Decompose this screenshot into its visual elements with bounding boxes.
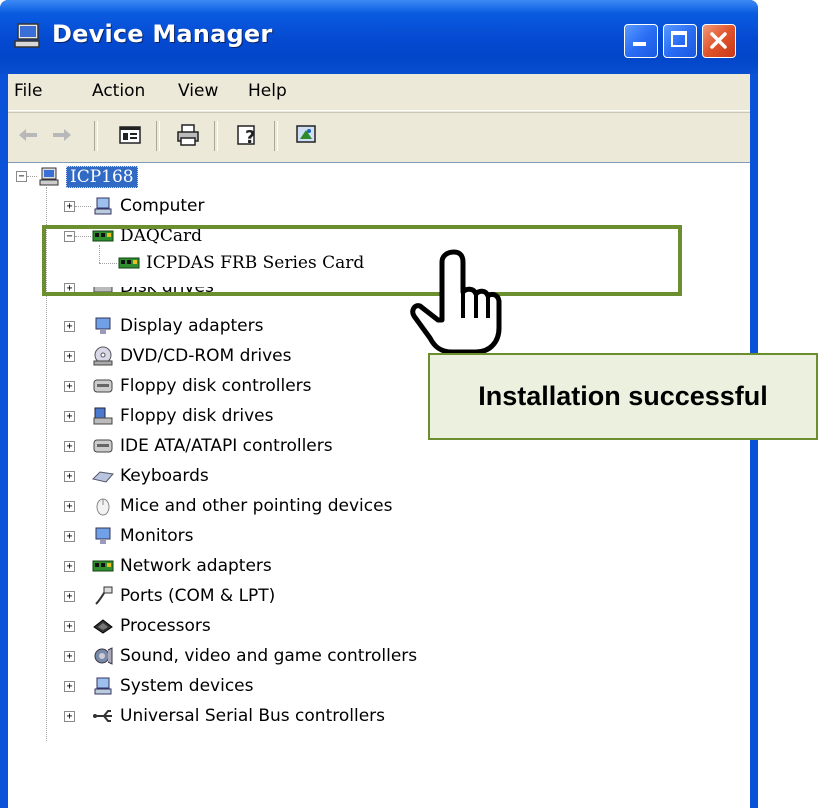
toolbar-separator [94, 121, 98, 151]
back-button[interactable] [14, 121, 42, 149]
sound-icon [94, 647, 113, 665]
tree-item-processors[interactable]: Processors [92, 614, 211, 638]
expand-toggle[interactable]: + [64, 411, 75, 422]
tree-root[interactable]: ICP168 [38, 165, 138, 189]
expand-toggle[interactable]: + [64, 711, 75, 722]
expand-toggle[interactable]: + [64, 681, 75, 692]
client-area: File Action View Help ? − ICP168 + Compu… [8, 74, 750, 808]
computer-icon [94, 197, 112, 215]
controller-icon [93, 379, 113, 393]
forward-icon [53, 129, 71, 141]
expand-toggle[interactable]: + [64, 561, 75, 572]
expand-toggle[interactable]: + [64, 591, 75, 602]
system-icon [94, 677, 112, 695]
menu-view[interactable]: View [178, 81, 218, 101]
floppy-icon [93, 407, 113, 425]
expand-toggle[interactable]: + [64, 321, 75, 332]
toolbar-separator [274, 121, 278, 151]
expand-toggle[interactable]: + [64, 531, 75, 542]
toolbar-separator [214, 121, 218, 151]
close-button[interactable] [702, 24, 736, 58]
menu-action[interactable]: Action [92, 81, 145, 101]
help-icon: ? [237, 125, 255, 147]
maximize-icon [671, 31, 687, 47]
tree-item-network-adapters[interactable]: Network adapters [92, 554, 272, 578]
back-icon [19, 129, 37, 141]
forward-button[interactable] [48, 121, 76, 149]
menu-file[interactable]: File [14, 81, 42, 101]
computer-icon [14, 23, 40, 48]
expand-toggle[interactable]: + [64, 381, 75, 392]
highlight-box [42, 225, 682, 296]
keyboard-icon [92, 471, 114, 483]
expand-toggle[interactable]: + [64, 651, 75, 662]
cd-icon [93, 346, 113, 366]
mouse-icon [96, 498, 110, 516]
expand-toggle[interactable]: + [64, 501, 75, 512]
svg-text:?: ? [245, 127, 255, 147]
installation-successful-callout: Installation successful [428, 353, 818, 440]
scan-hardware-button[interactable] [292, 121, 320, 149]
menu-bar: File Action View Help [8, 74, 750, 111]
toolbar: ? [8, 112, 750, 159]
close-icon [710, 32, 727, 49]
menu-help[interactable]: Help [248, 81, 287, 101]
tree-item-sound-video-game-controllers[interactable]: Sound, video and game controllers [92, 644, 417, 668]
expand-toggle[interactable]: + [64, 201, 75, 212]
print-button[interactable] [174, 121, 202, 149]
tree-item-ports[interactable]: Ports (COM & LPT) [92, 584, 275, 608]
expand-toggle[interactable]: + [64, 471, 75, 482]
usb-icon [93, 710, 112, 722]
expand-toggle[interactable]: + [64, 351, 75, 362]
maximize-button[interactable] [663, 24, 697, 58]
collapse-toggle[interactable]: − [16, 171, 27, 182]
help-button[interactable]: ? [234, 121, 262, 149]
port-icon [95, 586, 113, 605]
tree-item-monitors[interactable]: Monitors [92, 524, 193, 548]
tree-item-dvd-cd-rom-drives[interactable]: DVD/CD-ROM drives [92, 344, 291, 368]
scan-hardware-icon [296, 125, 316, 143]
processor-icon [93, 619, 113, 634]
tree-item-floppy-disk-controllers[interactable]: Floppy disk controllers [92, 374, 312, 398]
toolbar-separator [156, 121, 160, 151]
minimize-button[interactable] [624, 24, 658, 58]
tree-item-floppy-disk-drives[interactable]: Floppy disk drives [92, 404, 273, 428]
properties-pane-button[interactable] [116, 121, 144, 149]
tree-item-ide-ata-atapi-controllers[interactable]: IDE ATA/ATAPI controllers [92, 434, 333, 458]
controller-icon [93, 439, 113, 453]
monitor-icon [95, 317, 111, 334]
tree-item-usb-controllers[interactable]: Universal Serial Bus controllers [92, 704, 385, 728]
tree-item-system-devices[interactable]: System devices [92, 674, 254, 698]
expand-toggle[interactable]: + [64, 441, 75, 452]
computer-icon [39, 167, 59, 186]
expand-toggle[interactable]: + [64, 621, 75, 632]
title-bar[interactable]: Device Manager [0, 0, 758, 74]
window-title: Device Manager [52, 20, 273, 48]
tree-item-keyboards[interactable]: Keyboards [92, 464, 209, 488]
print-icon [177, 124, 199, 146]
properties-pane-icon [119, 126, 141, 144]
monitor-icon [95, 527, 111, 544]
minimize-icon [633, 42, 646, 46]
tree-item-computer[interactable]: Computer [92, 194, 205, 218]
pointing-hand-icon [410, 249, 502, 355]
tree-root-label: ICP168 [66, 166, 138, 188]
network-card-icon [92, 560, 114, 572]
tree-item-mice[interactable]: Mice and other pointing devices [92, 494, 392, 518]
tree-item-display-adapters[interactable]: Display adapters [92, 314, 263, 338]
